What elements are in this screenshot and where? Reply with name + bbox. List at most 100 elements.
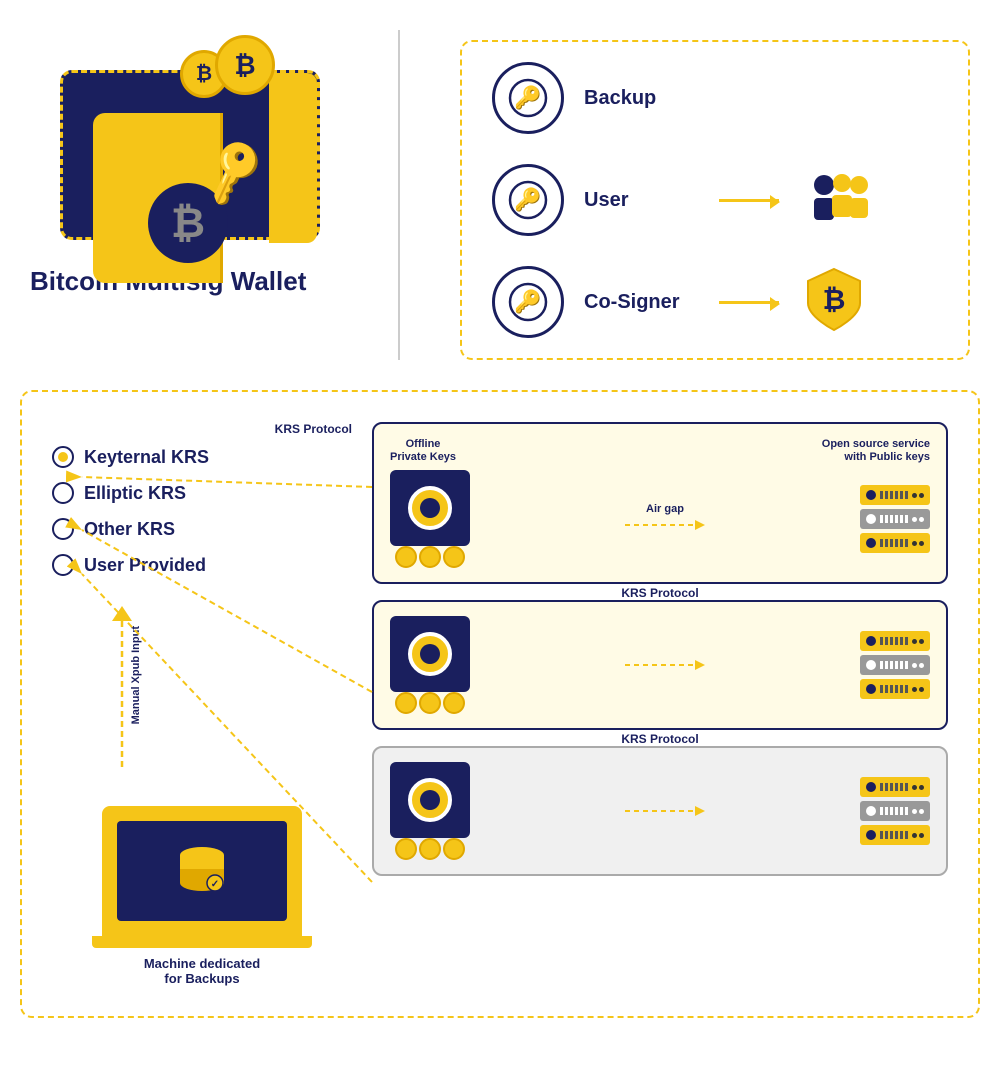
krs-option-user[interactable]: User Provided xyxy=(52,554,352,576)
d-2a1 xyxy=(912,639,917,644)
server-unit-1a xyxy=(860,485,930,505)
air-gap-area-2 xyxy=(480,655,850,675)
coin-1c xyxy=(443,546,465,568)
krs-protocol-top-label: KRS Protocol xyxy=(52,422,352,436)
sl-3b xyxy=(880,807,908,815)
safe-dial-3 xyxy=(408,778,452,822)
wallet-right-panel xyxy=(269,73,317,243)
sc-2c xyxy=(866,684,876,694)
server-lines-1b xyxy=(880,515,908,523)
dot-1b1 xyxy=(912,517,917,522)
bitcoin-coin-main: ₿ xyxy=(215,35,275,95)
bottom-inner: KRS Protocol Keyternal KRS Elliptic KRS … xyxy=(52,422,948,986)
air-gap-line-svg-3 xyxy=(625,801,705,821)
radio-keyternal-selected xyxy=(58,452,68,462)
sl-2c xyxy=(880,685,908,693)
dot-1a2 xyxy=(919,493,924,498)
server-circle-1b xyxy=(866,514,876,524)
key-row-cosigner: 🔑 Co-Signer ₿ xyxy=(492,266,938,338)
server-unit-1c xyxy=(860,533,930,553)
coin-2a xyxy=(395,692,417,714)
d-2c1 xyxy=(912,687,917,692)
krs-box-2 xyxy=(372,600,948,730)
server-unit-3c xyxy=(860,825,930,845)
cosigner-key-circle: 🔑 xyxy=(492,266,564,338)
krs-box-1-inner: OfflinePrivate Keys Open source servicew… xyxy=(390,438,930,568)
krs-box-1: OfflinePrivate Keys Open source servicew… xyxy=(372,422,948,584)
air-gap-area: Air gap xyxy=(480,503,850,535)
server-rack-3 xyxy=(860,777,930,845)
sc-3a xyxy=(866,782,876,792)
svg-text:🔑: 🔑 xyxy=(514,84,541,111)
krs-option-other[interactable]: Other KRS xyxy=(52,518,352,540)
laptop-label: Machine dedicated for Backups xyxy=(144,956,260,986)
coin-2c xyxy=(443,692,465,714)
krs-option-elliptic[interactable]: Elliptic KRS xyxy=(52,482,352,504)
d-2c2 xyxy=(919,687,924,692)
server-unit-2c xyxy=(860,679,930,699)
dot-1b2 xyxy=(919,517,924,522)
wallet-flap: ₿ xyxy=(93,113,223,283)
dot-1c2 xyxy=(919,541,924,546)
safe-icon-2 xyxy=(390,616,470,692)
krs-labels-row-1: OfflinePrivate Keys Open source servicew… xyxy=(390,438,930,464)
key-row-user: 🔑 User xyxy=(492,164,938,236)
d-3b2 xyxy=(919,809,924,814)
key-row-backup: 🔑 Backup xyxy=(492,62,938,134)
sd-2b xyxy=(912,663,924,668)
safe-dial-inner-1 xyxy=(420,498,440,518)
sd-2c xyxy=(912,687,924,692)
offline-keys-label: OfflinePrivate Keys xyxy=(390,438,456,464)
krs-box-3-content xyxy=(390,762,930,860)
svg-text:₿: ₿ xyxy=(823,284,846,315)
sd-2a xyxy=(912,639,924,644)
d-3c2 xyxy=(919,833,924,838)
server-unit-3b xyxy=(860,801,930,821)
svg-text:🔑: 🔑 xyxy=(514,288,541,315)
coin-1a xyxy=(395,546,417,568)
krs-option-keyternal[interactable]: Keyternal KRS xyxy=(52,446,352,468)
coin-stack-3 xyxy=(395,838,465,860)
d-2b1 xyxy=(912,663,917,668)
wallet-body: ₿ 🔑 xyxy=(60,70,320,240)
krs-box-3 xyxy=(372,746,948,876)
laptop-body: ✓ xyxy=(102,806,302,936)
server-lines-1c xyxy=(880,539,908,547)
manual-xpub-container: Manual Xpub Input xyxy=(52,596,352,776)
coin-3b xyxy=(419,838,441,860)
safe-icon-1 xyxy=(390,470,470,546)
server-dots-1a xyxy=(912,493,924,498)
krs-protocol-bot-label: KRS Protocol xyxy=(621,732,698,746)
air-gap-line-svg-2 xyxy=(625,655,705,675)
d-2a2 xyxy=(919,639,924,644)
d-3a1 xyxy=(912,785,917,790)
manual-xpub-arrow: Manual Xpub Input xyxy=(112,606,142,776)
svg-text:🔑: 🔑 xyxy=(514,186,541,213)
laptop-base xyxy=(92,936,312,948)
krs-box-3-wrapper: KRS Protocol xyxy=(372,746,948,876)
radio-user[interactable] xyxy=(52,554,74,576)
coin-1b xyxy=(419,546,441,568)
cosigner-label: Co-Signer xyxy=(584,291,694,314)
d-3c1 xyxy=(912,833,917,838)
coin-3c xyxy=(443,838,465,860)
sl-3c xyxy=(880,831,908,839)
laptop-db-svg: ✓ xyxy=(177,847,227,895)
dot-1c1 xyxy=(912,541,917,546)
bottom-section: KRS Protocol Keyternal KRS Elliptic KRS … xyxy=(20,390,980,1018)
sl-2a xyxy=(880,637,908,645)
server-rack-1 xyxy=(860,485,930,553)
radio-elliptic[interactable] xyxy=(52,482,74,504)
top-section: ₿ ₿ ₿ 🔑 Bitcoin Multisig Wallet 🔑 Backup xyxy=(0,0,1000,380)
radio-keyternal[interactable] xyxy=(52,446,74,468)
open-source-label: Open source servicewith Public keys xyxy=(822,438,930,464)
safe-icon-3 xyxy=(390,762,470,838)
coin-stack-1 xyxy=(395,546,465,568)
radio-other[interactable] xyxy=(52,518,74,540)
dot-1a1 xyxy=(912,493,917,498)
safe-dial-1 xyxy=(408,486,452,530)
coin-3a xyxy=(395,838,417,860)
server-rack-2 xyxy=(860,631,930,699)
laptop-screen: ✓ xyxy=(117,821,287,921)
safe-dial-2 xyxy=(408,632,452,676)
